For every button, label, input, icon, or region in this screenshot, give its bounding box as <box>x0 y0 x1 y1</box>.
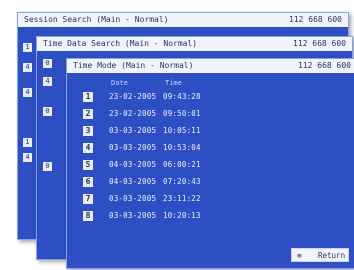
window-titlebar: Time Data Search (Main - Normal) 112 668… <box>37 37 352 51</box>
window-titlebar: Session Search (Main - Normal) 112 668 6… <box>18 13 348 27</box>
row-time: 10:05:11 <box>163 126 201 135</box>
list-row[interactable]: 6 04-03-2005 07:20:43 <box>67 177 354 189</box>
row-date: 23-02-2005 <box>109 109 157 118</box>
side-number-5: 4 <box>23 153 32 162</box>
side-number-2: 4 <box>23 63 32 72</box>
window-title: Time Mode (Main - Normal) <box>73 61 194 70</box>
list-row[interactable]: 7 03-03-2005 23:11:22 <box>67 194 354 206</box>
column-header-date: Date <box>111 79 128 87</box>
row-time: 10:20:13 <box>163 211 201 220</box>
list-row[interactable]: 3 03-03-2005 10:05:11 <box>67 126 354 138</box>
row-number[interactable]: 6 <box>83 177 93 187</box>
side-number-3: 4 <box>23 88 32 97</box>
window-titlebar: Time Mode (Main - Normal) 112 668 600 <box>67 59 354 73</box>
menu-icon: ≡ <box>297 251 302 260</box>
window-id: 112 668 600 <box>293 39 346 48</box>
list-row[interactable]: 4 03-03-2005 10:53:04 <box>67 143 354 155</box>
row-time: 09:50:01 <box>163 109 201 118</box>
row-time: 23:11:22 <box>163 194 201 203</box>
row-date: 03-03-2005 <box>109 194 157 203</box>
row-number[interactable]: 7 <box>83 194 93 204</box>
row-number[interactable]: 3 <box>83 126 93 136</box>
side-number-2: 4 <box>43 77 52 86</box>
row-time: 09:43:28 <box>163 92 201 101</box>
side-number-4: 0 <box>43 162 52 171</box>
row-date: 23-02-2005 <box>109 92 157 101</box>
column-header-time: Time <box>165 79 182 87</box>
list-row[interactable]: 2 23-02-2005 09:50:01 <box>67 109 354 121</box>
row-date: 03-03-2005 <box>109 211 157 220</box>
window-id: 112 668 600 <box>298 61 351 70</box>
side-number-3: 0 <box>43 107 52 116</box>
return-button-label: Return <box>318 251 346 260</box>
list-row[interactable]: 8 03-03-2005 10:20:13 <box>67 211 354 223</box>
list-row[interactable]: 5 04-03-2005 06:00:21 <box>67 160 354 172</box>
row-number[interactable]: 4 <box>83 143 93 153</box>
side-number-1: 0 <box>43 59 52 68</box>
row-number[interactable]: 5 <box>83 160 93 170</box>
row-time: 07:20:43 <box>163 177 201 186</box>
window-title: Session Search (Main - Normal) <box>24 15 169 24</box>
window-id: 112 668 600 <box>289 15 342 24</box>
row-time: 10:53:04 <box>163 143 201 152</box>
window-title: Time Data Search (Main - Normal) <box>43 39 198 48</box>
row-time: 06:00:21 <box>163 160 201 169</box>
row-date: 04-03-2005 <box>109 177 157 186</box>
row-date: 04-03-2005 <box>109 160 157 169</box>
side-number-1: 1 <box>23 43 32 52</box>
side-number-4: 1 <box>23 138 32 147</box>
row-number[interactable]: 1 <box>83 92 93 102</box>
row-date: 03-03-2005 <box>109 143 157 152</box>
list-row[interactable]: 1 23-02-2005 09:43:28 <box>67 92 354 104</box>
row-date: 03-03-2005 <box>109 126 157 135</box>
row-number[interactable]: 8 <box>83 211 93 221</box>
return-button[interactable]: ≡ Return <box>291 248 349 262</box>
time-mode-window: Time Mode (Main - Normal) 112 668 600 Da… <box>66 58 354 269</box>
row-number[interactable]: 2 <box>83 109 93 119</box>
